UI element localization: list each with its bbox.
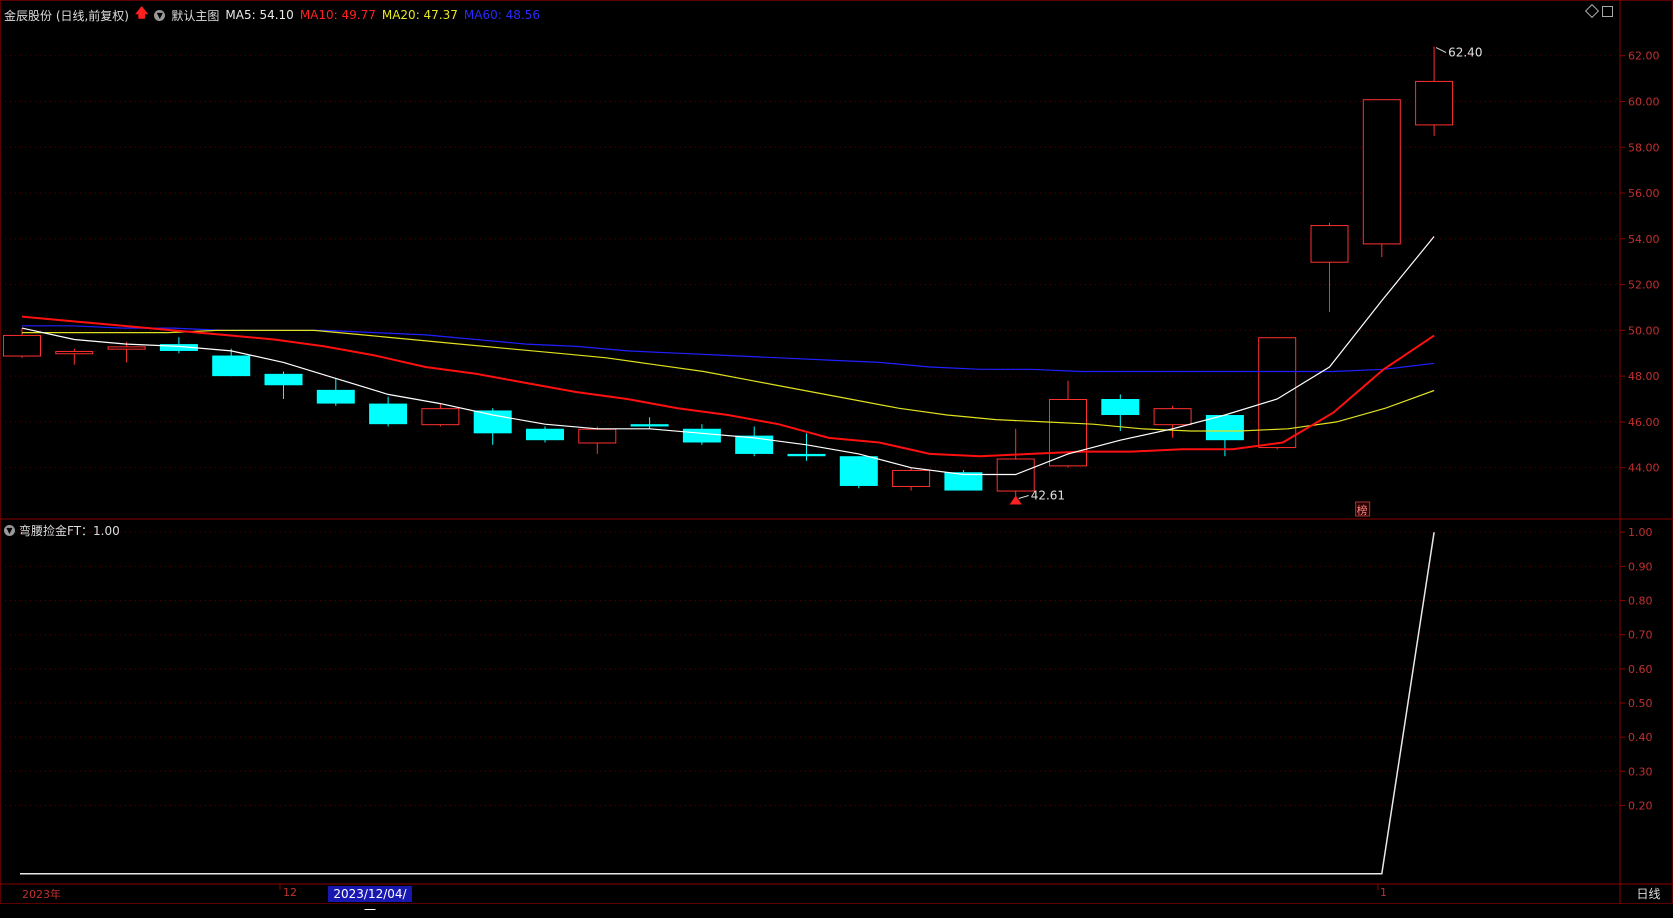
candle-body	[1415, 80, 1454, 126]
candle-body	[1153, 408, 1192, 426]
y-tick-label: 56.00	[1628, 187, 1660, 200]
maximize-icon[interactable]	[1602, 6, 1613, 17]
candle-body	[1101, 399, 1140, 416]
up-arrow-icon: 🡅	[135, 6, 149, 21]
y-tick-label: 58.00	[1628, 141, 1660, 154]
ma5-label: MA5: 54.10	[225, 8, 294, 22]
y-tick-label: 0.90	[1628, 560, 1653, 573]
y-tick-label: 60.00	[1628, 96, 1660, 109]
candle	[264, 371, 303, 400]
y-tick-label: 0.30	[1628, 765, 1653, 778]
candle-body	[787, 453, 826, 457]
y-tick-label: 0.50	[1628, 697, 1653, 710]
outer-frame	[0, 0, 1673, 904]
y-tick-label: 52.00	[1628, 279, 1660, 292]
candle	[369, 396, 408, 427]
main-chart-label[interactable]: 默认主图	[171, 7, 219, 24]
stock-title[interactable]: 金辰股份 (日线,前复权)	[4, 7, 129, 24]
candle-body	[421, 408, 460, 426]
candle	[473, 408, 512, 445]
ma60-label: MA60: 48.56	[463, 8, 540, 22]
candle-body	[1258, 337, 1297, 449]
candle-body	[1362, 99, 1401, 245]
candle	[55, 348, 94, 365]
y-tick-label: 46.00	[1628, 416, 1660, 429]
indicator-label[interactable]: 弯腰捡金FT：1.00	[19, 522, 120, 539]
candle-body	[1049, 399, 1087, 467]
candle	[1362, 99, 1401, 258]
x-label-month-12: 12	[283, 886, 297, 899]
period-button[interactable]: 日线	[1625, 884, 1672, 904]
y-tick-label: 0.60	[1628, 663, 1653, 676]
x-label-month-1: 1	[1380, 886, 1387, 899]
candle-body	[369, 403, 408, 425]
candle	[735, 426, 774, 457]
candle-body	[107, 346, 146, 350]
signal-triangle	[1009, 495, 1022, 505]
candle-body	[3, 334, 41, 357]
candle-body	[316, 389, 355, 404]
chart-canvas[interactable]: 44.00 46.00 48.00 50.00 52.00 54.00 56.00 58.00…	[0, 0, 1673, 904]
candle-body	[578, 428, 617, 444]
main-chart-header: 金辰股份 (日线,前复权) 🡅 ▼ 默认主图 MA5: 54.10 MA10: …	[4, 4, 540, 26]
candle-body	[264, 373, 303, 386]
candle	[996, 428, 1035, 500]
candle	[526, 426, 564, 443]
candle	[1258, 337, 1297, 450]
y-tick-label: 0.70	[1628, 629, 1653, 642]
selected-date: 2023/12/04/一	[328, 886, 412, 917]
candle-body	[473, 410, 512, 434]
low-marker	[1018, 494, 1029, 499]
candle-body	[630, 424, 669, 427]
high-label: 62.40	[1448, 46, 1482, 60]
y-tick-label: 54.00	[1628, 233, 1660, 246]
candle	[630, 417, 669, 429]
candle-body	[892, 469, 931, 487]
candle-body	[682, 428, 721, 443]
candle	[839, 456, 878, 489]
candle-body	[1310, 225, 1349, 263]
candle	[1153, 405, 1192, 438]
chevron-down-icon[interactable]: ▼	[154, 9, 166, 21]
chevron-down-icon[interactable]: ▼	[4, 525, 15, 536]
candle-body	[526, 428, 564, 441]
indicator-line	[20, 532, 1435, 875]
candle-body	[839, 456, 878, 486]
candle	[1310, 222, 1349, 313]
y-tick-label: 1.00	[1628, 526, 1653, 539]
high-marker	[1435, 47, 1447, 54]
y-tick-label: 0.40	[1628, 731, 1653, 744]
y-tick-label: 0.80	[1628, 595, 1653, 608]
candle-body	[212, 355, 251, 377]
ma20-label: MA20: 47.37	[381, 8, 458, 22]
candle	[578, 426, 617, 454]
low-label: 42.61	[1031, 488, 1065, 502]
y-tick-label: 48.00	[1628, 370, 1660, 383]
ma10-label: MA10: 49.77	[299, 8, 376, 22]
candle	[1415, 46, 1454, 136]
y-tick-label: 50.00	[1628, 324, 1660, 337]
y-tick-label: 44.00	[1628, 462, 1660, 475]
candle-body	[55, 350, 94, 355]
indicator-header: ▼ 弯腰捡金FT：1.00	[4, 522, 120, 539]
badge-text: 榜	[1357, 503, 1368, 517]
candle	[212, 348, 251, 377]
x-label-year: 2023年	[22, 888, 61, 901]
y-tick-label: 62.00	[1628, 50, 1660, 63]
y-tick-label: 0.20	[1628, 799, 1653, 812]
candle	[892, 467, 931, 491]
